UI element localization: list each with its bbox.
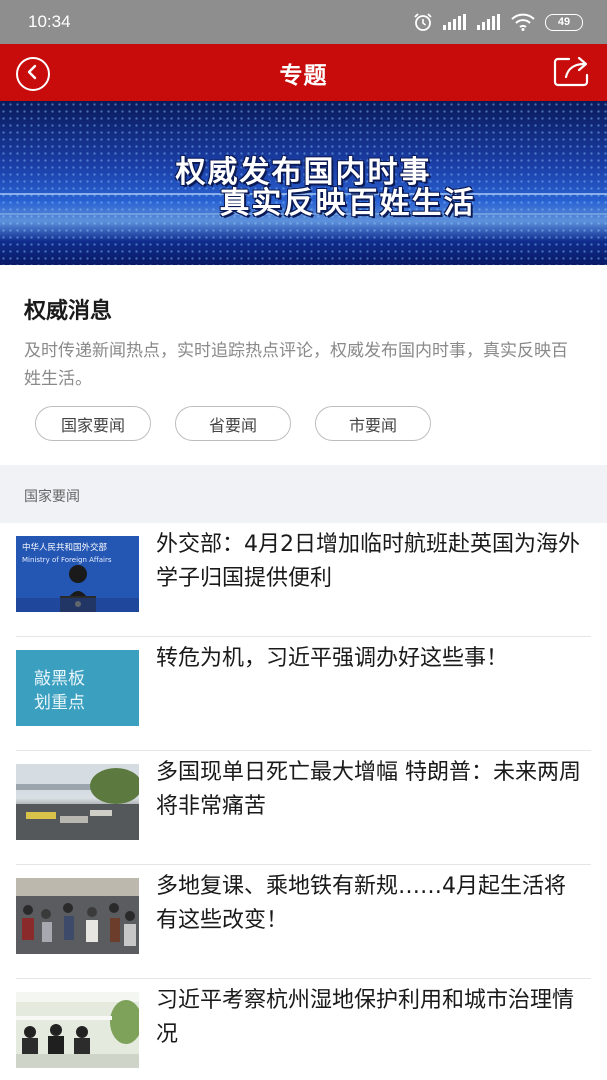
news-thumbnail <box>16 764 139 840</box>
news-title: 习近平考察杭州湿地保护利用和城市治理情况 <box>156 988 575 1047</box>
news-item[interactable]: 中华人民共和国外交部 Ministry of Foreign Affairs 外… <box>0 523 607 637</box>
page-title: 专题 <box>279 62 328 89</box>
news-title: 转危为机，习近平强调办好这些事！ <box>156 646 509 671</box>
status-bar: 10:34 49 <box>0 0 607 44</box>
svg-text:Ministry of Foreign Affairs: Ministry of Foreign Affairs <box>22 556 112 564</box>
nav-bar: 专题 <box>0 44 607 101</box>
svg-text:中华人民共和国外交部: 中华人民共和国外交部 <box>22 542 108 553</box>
news-item[interactable]: 习近平考察杭州湿地保护利用和城市治理情况 <box>0 979 607 1080</box>
section-header: 国家要闻 <box>0 465 607 523</box>
news-item[interactable]: 多国现单日死亡最大增幅 特朗普：未来两周将非常痛苦 <box>0 751 607 865</box>
topic-title: 权威消息 <box>24 299 113 324</box>
signal-icon <box>477 14 501 30</box>
chevron-left-icon <box>26 64 40 84</box>
status-icons: 49 <box>413 12 583 32</box>
wifi-icon <box>511 13 535 31</box>
tag-provincial-news[interactable]: 省要闻 <box>175 406 291 441</box>
news-thumbnail: 敲黑板 划重点 <box>16 650 139 726</box>
news-item[interactable]: 敲黑板 划重点 转危为机，习近平强调办好这些事！ <box>0 637 607 751</box>
svg-text:划重点: 划重点 <box>34 693 85 713</box>
signal-icon <box>443 14 467 30</box>
alarm-icon <box>413 12 433 32</box>
topic-tags: 国家要闻 省要闻 市要闻 <box>35 406 431 441</box>
share-button[interactable] <box>553 56 591 90</box>
back-button[interactable] <box>16 57 50 91</box>
tag-city-news[interactable]: 市要闻 <box>315 406 431 441</box>
news-thumbnail: 中华人民共和国外交部 Ministry of Foreign Affairs <box>16 536 139 612</box>
tag-national-news[interactable]: 国家要闻 <box>35 406 151 441</box>
topic-intro: 权威消息 及时传递新闻热点，实时追踪热点评论，权威发布国内时事，真实反映百姓生活… <box>0 265 607 465</box>
topic-description: 及时传递新闻热点，实时追踪热点评论，权威发布国内时事，真实反映百姓生活。 <box>24 341 568 389</box>
share-icon <box>553 55 591 91</box>
news-thumbnail <box>16 992 139 1068</box>
news-title: 多地复课、乘地铁有新规……4月起生活将有这些改变！ <box>156 874 566 933</box>
svg-text:敲黑板: 敲黑板 <box>34 669 85 689</box>
status-time: 10:34 <box>28 12 71 31</box>
news-item[interactable]: 多地复课、乘地铁有新规……4月起生活将有这些改变！ <box>0 865 607 979</box>
banner-headline-line2: 真实反映百姓生活 <box>219 186 476 221</box>
battery-indicator: 49 <box>545 13 583 31</box>
news-title: 多国现单日死亡最大增幅 特朗普：未来两周将非常痛苦 <box>156 760 581 819</box>
news-title: 外交部：4月2日增加临时航班赴英国为海外学子归国提供便利 <box>156 532 580 591</box>
section-label: 国家要闻 <box>24 489 80 505</box>
topic-banner: 权威发布国内时事 真实反映百姓生活 <box>0 101 607 265</box>
news-thumbnail <box>16 878 139 954</box>
